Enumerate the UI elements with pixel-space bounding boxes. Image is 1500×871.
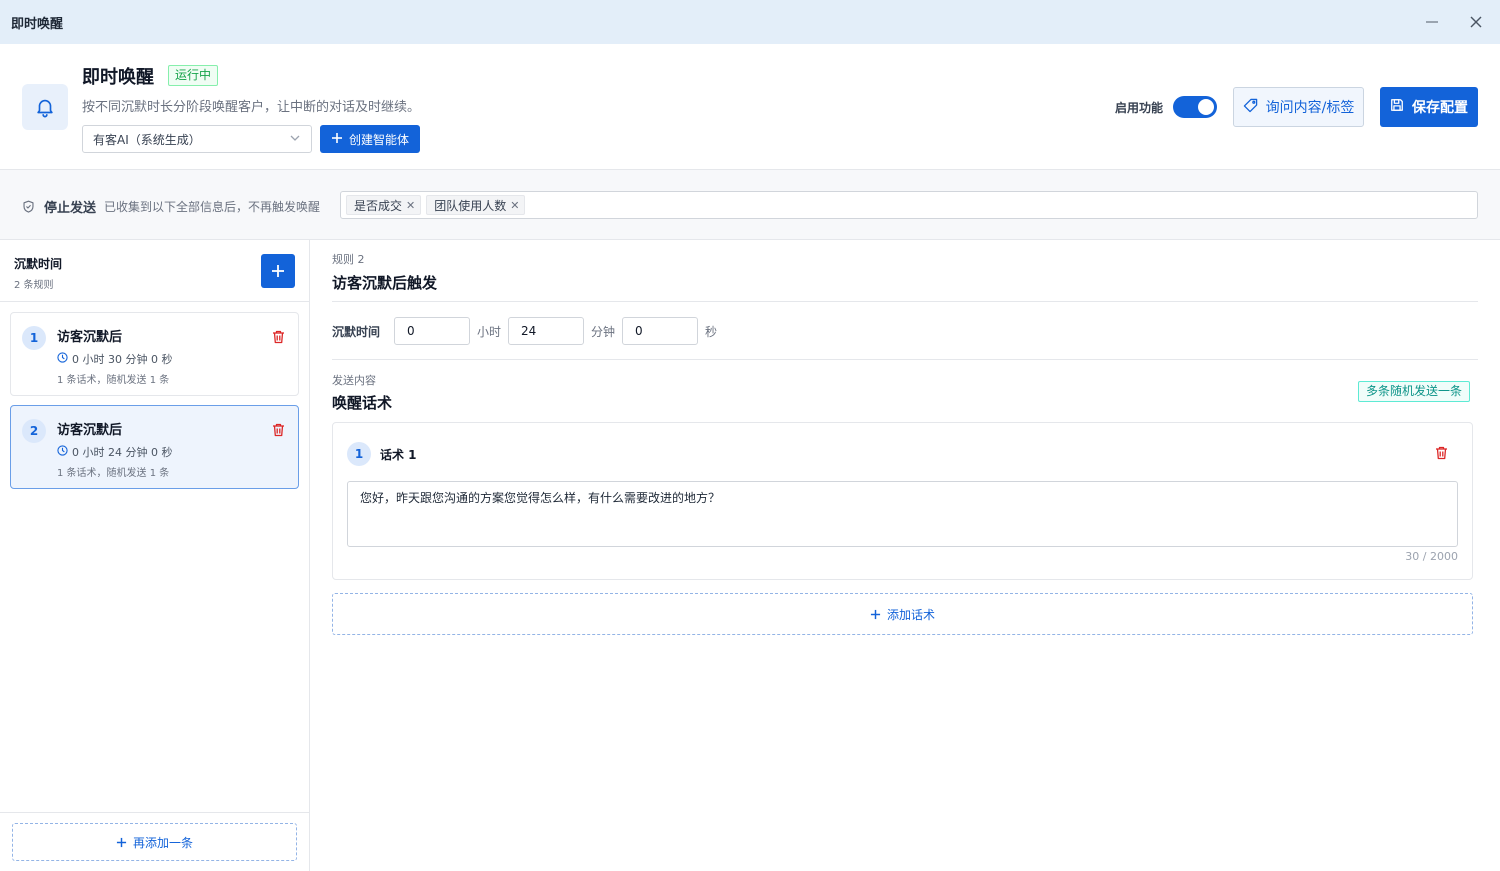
rule-detail-title: 访客沉默后触发 — [332, 274, 438, 292]
rule-list-header: 沉默时间 2 条规则 — [0, 240, 309, 302]
hours-unit: 小时 — [477, 325, 502, 339]
trash-icon[interactable] — [272, 422, 285, 441]
silence-time-label: 沉默时间 — [332, 325, 381, 339]
add-more-rule-label: 再添加一条 — [132, 835, 193, 850]
save-config-label: 保存配置 — [1412, 100, 1468, 116]
seconds-unit: 秒 — [705, 325, 718, 339]
enable-toggle[interactable] — [1173, 96, 1217, 118]
stop-tag-label: 团队使用人数 — [434, 198, 507, 213]
stop-tag: 是否成交 ✕ — [346, 195, 422, 215]
enable-label: 启用功能 — [1115, 101, 1164, 115]
create-agent-button[interactable]: 创建智能体 — [320, 125, 420, 153]
plus-icon — [116, 837, 127, 847]
divider — [332, 301, 1478, 302]
stop-tags-input[interactable]: 是否成交 ✕ 团队使用人数 ✕ — [340, 191, 1478, 219]
script-card: 1 话术 1 您好，昨天跟您沟通的方案您觉得怎么样，有什么需要改进的地方？ 30… — [332, 422, 1473, 580]
hours-input[interactable] — [394, 317, 470, 345]
minutes-input[interactable] — [508, 317, 584, 345]
tag-icon — [1243, 98, 1258, 117]
rule-meta: 1 条话术，随机发送 1 条 — [57, 375, 170, 386]
add-script-label: 添加话术 — [886, 607, 935, 622]
script-index: 1 — [347, 442, 371, 466]
rule-label: 规则 2 — [332, 253, 365, 266]
save-icon — [1390, 98, 1404, 116]
shield-icon — [22, 198, 35, 217]
stop-tag-label: 是否成交 — [354, 198, 403, 213]
wake-script-title: 唤醒话术 — [332, 394, 393, 412]
rule-index: 1 — [22, 326, 46, 350]
rule-list-panel: 沉默时间 2 条规则 1 访客沉默后 0 小时 30 分钟 0 秒 1 条话术，… — [0, 240, 310, 871]
script-textarea[interactable]: 您好，昨天跟您沟通的方案您觉得怎么样，有什么需要改进的地方？ — [347, 481, 1458, 547]
window-controls — [1422, 12, 1486, 32]
random-send-badge: 多条随机发送一条 — [1358, 381, 1471, 402]
plus-icon — [870, 609, 881, 619]
script-title: 话术 1 — [380, 448, 417, 462]
minutes-unit: 分钟 — [591, 325, 616, 339]
feature-header: 即时唤醒 运行中 按不同沉默时长分阶段唤醒客户，让中断的对话及时继续。 有客AI… — [0, 44, 1500, 170]
add-rule-button[interactable] — [261, 254, 295, 288]
char-count: 30 / 2000 — [1405, 550, 1458, 563]
stop-sending-title: 停止发送 — [44, 201, 97, 216]
agent-select[interactable]: 有客AI（系统生成） — [82, 125, 312, 153]
divider — [332, 359, 1478, 360]
send-content-label: 发送内容 — [332, 374, 376, 387]
window-titlebar: 即时唤醒 — [0, 0, 1500, 44]
stop-tag: 团队使用人数 ✕ — [426, 195, 526, 215]
window-title: 即时唤醒 — [11, 16, 64, 32]
rule-title: 访客沉默后 — [57, 330, 123, 345]
rule-index: 2 — [22, 419, 46, 443]
rule-time-text: 0 小时 24 分钟 0 秒 — [72, 446, 173, 459]
rule-time: 0 小时 24 分钟 0 秒 — [57, 444, 172, 460]
trash-icon[interactable] — [272, 329, 285, 348]
rule-time-text: 0 小时 30 分钟 0 秒 — [72, 353, 173, 366]
add-script-button[interactable]: 添加话术 — [332, 593, 1473, 635]
rule-title: 访客沉默后 — [57, 423, 123, 438]
save-config-button[interactable]: 保存配置 — [1380, 87, 1478, 127]
tag-remove-icon[interactable]: ✕ — [510, 199, 519, 212]
inquiry-tags-button[interactable]: 询问内容/标签 — [1233, 87, 1364, 127]
bell-icon — [22, 84, 68, 130]
inquiry-tags-label: 询问内容/标签 — [1265, 100, 1355, 116]
stop-sending-bar: 停止发送 已收集到以下全部信息后，不再触发唤醒 是否成交 ✕ 团队使用人数 ✕ — [0, 170, 1500, 240]
rule-time: 0 小时 30 分钟 0 秒 — [57, 351, 172, 367]
create-agent-label: 创建智能体 — [348, 132, 409, 147]
add-more-rule-button[interactable]: 再添加一条 — [12, 823, 297, 861]
rule-count: 2 条规则 — [14, 280, 54, 291]
rule-card-selected[interactable]: 2 访客沉默后 0 小时 24 分钟 0 秒 1 条话术，随机发送 1 条 — [10, 405, 299, 489]
minimize-icon[interactable] — [1422, 12, 1442, 32]
close-icon[interactable] — [1466, 12, 1486, 32]
rule-list-title: 沉默时间 — [14, 257, 63, 271]
status-badge: 运行中 — [168, 65, 219, 86]
toggle-knob — [1198, 99, 1214, 115]
stop-sending-description: 已收集到以下全部信息后，不再触发唤醒 — [104, 200, 321, 214]
plus-icon — [331, 132, 343, 147]
agent-select-value: 有客AI（系统生成） — [93, 132, 201, 147]
plus-icon — [272, 265, 284, 277]
trash-icon[interactable] — [1435, 445, 1448, 464]
clock-icon — [57, 352, 68, 366]
clock-icon — [57, 445, 68, 459]
page-title: 即时唤醒 — [82, 67, 154, 88]
rule-list-footer: 再添加一条 — [0, 812, 309, 871]
rule-meta: 1 条话术，随机发送 1 条 — [57, 468, 170, 479]
tag-remove-icon[interactable]: ✕ — [406, 199, 415, 212]
page-description: 按不同沉默时长分阶段唤醒客户，让中断的对话及时继续。 — [82, 100, 421, 115]
rule-card[interactable]: 1 访客沉默后 0 小时 30 分钟 0 秒 1 条话术，随机发送 1 条 — [10, 312, 299, 396]
chevron-down-icon — [289, 132, 301, 147]
seconds-input[interactable] — [622, 317, 698, 345]
